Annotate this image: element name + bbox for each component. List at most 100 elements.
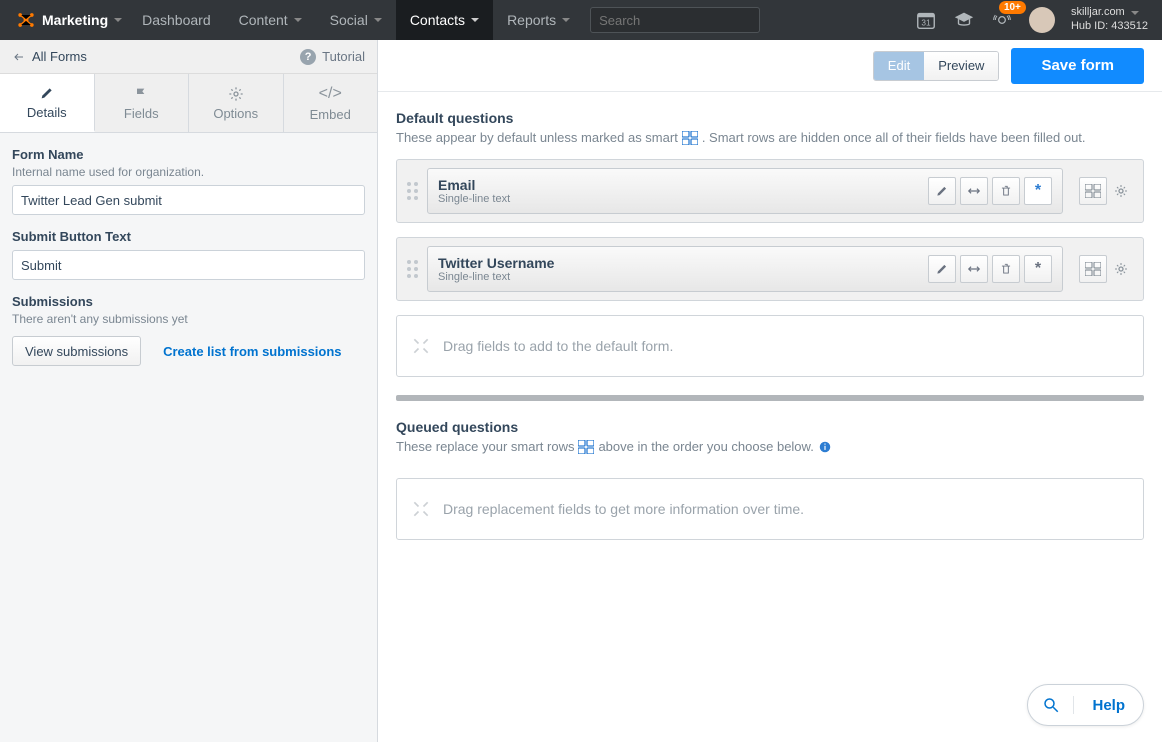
flag-icon: [133, 86, 149, 102]
pencil-icon: [935, 184, 949, 198]
move-field-button[interactable]: [960, 177, 988, 205]
submit-text-input[interactable]: [12, 250, 365, 280]
help-launcher[interactable]: Help: [1027, 684, 1144, 726]
chevron-down-icon: [294, 18, 302, 22]
tab-details[interactable]: Details: [0, 74, 95, 132]
move-field-button[interactable]: [960, 255, 988, 283]
form-name-help: Internal name used for organization.: [12, 165, 365, 179]
save-form-button[interactable]: Save form: [1011, 48, 1144, 84]
queued-questions-title: Queued questions: [396, 419, 1144, 435]
chevron-down-icon: [471, 18, 479, 22]
form-name-input[interactable]: [12, 185, 365, 215]
edit-preview-toggle: Edit Preview: [873, 51, 1000, 81]
gear-icon: [1113, 261, 1129, 277]
submissions-empty: There aren't any submissions yet: [12, 312, 365, 326]
tab-options[interactable]: Options: [189, 74, 284, 132]
drag-handle-icon[interactable]: [407, 258, 417, 280]
tutorial-link[interactable]: ? Tutorial: [300, 49, 365, 65]
default-questions-title: Default questions: [396, 110, 1144, 126]
sprocket-icon: [16, 10, 36, 30]
queued-questions-desc: These replace your smart rows above in t…: [396, 439, 1144, 454]
default-dropzone[interactable]: Drag fields to add to the default form.: [396, 315, 1144, 377]
avatar[interactable]: [1029, 7, 1055, 33]
queued-dropzone[interactable]: Drag replacement fields to get more info…: [396, 478, 1144, 540]
account-menu[interactable]: skilljar.com Hub ID: 433512: [1071, 6, 1152, 34]
edit-field-button[interactable]: [928, 177, 956, 205]
nav-dashboard[interactable]: Dashboard: [128, 0, 225, 40]
nav-reports[interactable]: Reports: [493, 0, 584, 40]
left-sidebar: All Forms ? Tutorial Details Fields Opti…: [0, 40, 378, 742]
info-icon[interactable]: [818, 440, 832, 454]
pencil-icon: [935, 262, 949, 276]
delete-field-button[interactable]: [992, 255, 1020, 283]
edit-field-button[interactable]: [928, 255, 956, 283]
gear-icon: [228, 86, 244, 102]
brand-label: Marketing: [42, 12, 108, 28]
help-label: Help: [1074, 697, 1143, 714]
nav-contacts[interactable]: Contacts: [396, 0, 493, 40]
field-name: Email: [438, 177, 510, 193]
pencil-icon: [39, 85, 55, 101]
tab-fields[interactable]: Fields: [95, 74, 190, 132]
preview-toggle-button[interactable]: Preview: [924, 52, 998, 80]
field-card-email[interactable]: Email Single-line text *: [427, 168, 1063, 214]
notification-badge: 10+: [999, 1, 1026, 14]
form-name-label: Form Name: [12, 147, 365, 162]
collapse-icon: [411, 336, 431, 356]
smart-row-icon: [578, 440, 594, 454]
create-list-link[interactable]: Create list from submissions: [163, 344, 341, 359]
sidebar-subheader: All Forms ? Tutorial: [0, 40, 377, 74]
trash-icon: [999, 184, 1013, 198]
drag-handle-icon[interactable]: [407, 180, 417, 202]
smart-row-button[interactable]: [1079, 177, 1107, 205]
arrow-left-icon: [12, 51, 26, 63]
trash-icon: [999, 262, 1013, 276]
field-row: Twitter Username Single-line text *: [396, 237, 1144, 301]
default-questions-desc: These appear by default unless marked as…: [396, 130, 1144, 145]
chevron-down-icon: [562, 18, 570, 22]
submissions-title: Submissions: [12, 294, 365, 309]
arrows-h-icon: [967, 262, 981, 276]
asterisk-icon: *: [1035, 182, 1041, 200]
field-type: Single-line text: [438, 193, 510, 205]
svg-text:31: 31: [921, 19, 931, 28]
brand-menu[interactable]: Marketing: [10, 10, 128, 30]
academy-icon[interactable]: [953, 9, 975, 31]
field-card-twitter-username[interactable]: Twitter Username Single-line text *: [427, 246, 1063, 292]
gear-icon: [1113, 183, 1129, 199]
smart-row-button[interactable]: [1079, 255, 1107, 283]
asterisk-icon: *: [1035, 260, 1041, 278]
arrows-h-icon: [967, 184, 981, 198]
field-type: Single-line text: [438, 271, 554, 283]
chevron-down-icon: [1131, 11, 1139, 15]
question-icon: ?: [300, 49, 316, 65]
calendar-icon[interactable]: 31: [915, 9, 937, 31]
back-to-all-forms[interactable]: All Forms: [12, 49, 87, 64]
edit-toggle-button[interactable]: Edit: [874, 52, 924, 80]
chevron-down-icon: [114, 18, 122, 22]
smart-row-icon: [1085, 262, 1101, 276]
required-field-button[interactable]: *: [1024, 255, 1052, 283]
top-nav: Marketing Dashboard Content Social Conta…: [0, 0, 1162, 40]
notifications-icon[interactable]: 10+: [991, 9, 1013, 31]
global-search: [590, 7, 760, 33]
submit-text-label: Submit Button Text: [12, 229, 365, 244]
section-divider: [396, 395, 1144, 401]
tab-embed[interactable]: </> Embed: [284, 74, 378, 132]
nav-content[interactable]: Content: [225, 0, 316, 40]
view-submissions-button[interactable]: View submissions: [12, 336, 141, 366]
search-input[interactable]: [590, 7, 760, 33]
collapse-icon: [411, 499, 431, 519]
field-settings-dropdown[interactable]: [1113, 261, 1133, 277]
chevron-down-icon: [374, 18, 382, 22]
search-icon: [1028, 696, 1074, 714]
delete-field-button[interactable]: [992, 177, 1020, 205]
sidebar-tabs: Details Fields Options </> Embed: [0, 74, 377, 133]
form-editor-panel: Edit Preview Save form Default questions…: [378, 40, 1162, 742]
smart-row-icon: [682, 131, 698, 145]
required-field-button[interactable]: *: [1024, 177, 1052, 205]
field-settings-dropdown[interactable]: [1113, 183, 1133, 199]
nav-social[interactable]: Social: [316, 0, 396, 40]
code-icon: </>: [319, 85, 342, 103]
field-row: Email Single-line text *: [396, 159, 1144, 223]
